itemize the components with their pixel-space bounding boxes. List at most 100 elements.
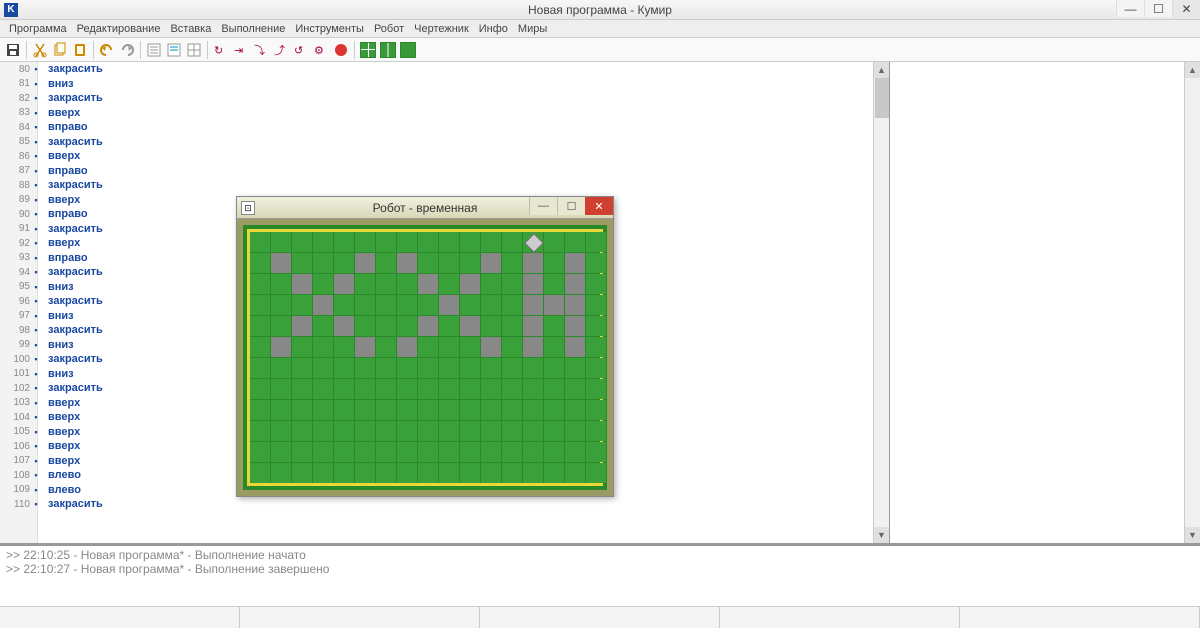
grid-cell: [460, 463, 480, 483]
grid-cell: [292, 379, 312, 399]
code-line[interactable]: 84•вправо: [0, 120, 870, 135]
grid-cell: [313, 253, 333, 273]
grid-cell: [397, 253, 417, 273]
grid-cell: [418, 400, 438, 420]
code-line[interactable]: 83•вверх: [0, 106, 870, 121]
scroll-down-icon[interactable]: ▼: [1185, 527, 1200, 543]
line-number: 104: [0, 412, 30, 423]
grid-cell: [460, 337, 480, 357]
grid-cell: [586, 400, 606, 420]
robot-title-bar[interactable]: ⊡ Робот - временная — ☐ ✕: [237, 197, 613, 219]
menu-item[interactable]: Робот: [369, 23, 409, 35]
scroll-up-icon[interactable]: ▲: [874, 62, 889, 78]
grid-cell: [418, 463, 438, 483]
maximize-button[interactable]: ☐: [1144, 0, 1172, 17]
grid-cell: [376, 274, 396, 294]
code-line[interactable]: 87•вправо: [0, 164, 870, 179]
line-number: 95: [0, 281, 30, 292]
settings-icon[interactable]: ⚙: [312, 41, 330, 59]
line-number: 84: [0, 122, 30, 133]
step-in-icon[interactable]: ⇥: [232, 41, 250, 59]
robot-close-button[interactable]: ✕: [585, 197, 613, 215]
scroll-down-icon[interactable]: ▼: [874, 527, 889, 543]
table-icon[interactable]: [185, 41, 203, 59]
robot-minimize-button[interactable]: —: [529, 197, 557, 215]
grid-cell: [376, 316, 396, 336]
menu-item[interactable]: Чертежник: [409, 23, 474, 35]
save-icon[interactable]: [4, 41, 22, 59]
line-number: 98: [0, 325, 30, 336]
grid-cell: [313, 442, 333, 462]
menu-item[interactable]: Вставка: [165, 23, 216, 35]
grid-cell: [313, 421, 333, 441]
grid-cell: [355, 316, 375, 336]
grid-cell: [250, 463, 270, 483]
code-line[interactable]: 81•вниз: [0, 77, 870, 92]
code-line[interactable]: 82•закрасить: [0, 91, 870, 106]
grid-split-icon[interactable]: [379, 41, 397, 59]
line-number: 103: [0, 397, 30, 408]
grid-cell: [334, 421, 354, 441]
grid-cell: [292, 295, 312, 315]
grid-cell: [439, 253, 459, 273]
grid-cell: [250, 337, 270, 357]
line-number: 82: [0, 93, 30, 104]
editor-scrollbar[interactable]: ▲ ▼: [873, 62, 889, 543]
cut-icon[interactable]: [31, 41, 49, 59]
code-line[interactable]: 85•закрасить: [0, 135, 870, 150]
grid-cell: [523, 295, 543, 315]
grid-cell: [355, 253, 375, 273]
menu-item[interactable]: Программа: [4, 23, 72, 35]
grid-cell: [544, 316, 564, 336]
grid-cell: [292, 232, 312, 252]
robot-maximize-button[interactable]: ☐: [557, 197, 585, 215]
code-line[interactable]: 88•закрасить: [0, 178, 870, 193]
grid-cell: [460, 253, 480, 273]
grid-cell: [460, 400, 480, 420]
code-line[interactable]: 80•закрасить: [0, 62, 870, 77]
minimize-button[interactable]: —: [1116, 0, 1144, 17]
grid-cell: [271, 421, 291, 441]
svg-text:↻: ↻: [214, 45, 223, 57]
grid-cell: [523, 421, 543, 441]
menu-item[interactable]: Миры: [513, 23, 552, 35]
panel-scrollbar[interactable]: ▲ ▼: [1184, 62, 1200, 543]
menu-bar: ПрограммаРедактированиеВставкаВыполнение…: [0, 20, 1200, 38]
step-over-icon[interactable]: ⤵: [252, 41, 270, 59]
code-line[interactable]: 110•закрасить: [0, 497, 870, 512]
grid-cell: [271, 337, 291, 357]
grid-cell: [250, 379, 270, 399]
menu-item[interactable]: Инструменты: [290, 23, 369, 35]
undo-icon[interactable]: [98, 41, 116, 59]
code-line[interactable]: 86•вверх: [0, 149, 870, 164]
robot-window[interactable]: ⊡ Робот - временная — ☐ ✕: [236, 196, 614, 497]
grid-cell: [334, 295, 354, 315]
doc-icon[interactable]: [165, 41, 183, 59]
grid-cell: [565, 295, 585, 315]
close-button[interactable]: ✕: [1172, 0, 1200, 17]
menu-item[interactable]: Редактирование: [72, 23, 166, 35]
run-icon[interactable]: ↻: [212, 41, 230, 59]
code-command: вниз: [48, 368, 74, 380]
grid-cell: [502, 295, 522, 315]
pause-icon[interactable]: ↺: [292, 41, 310, 59]
redo-icon[interactable]: [118, 41, 136, 59]
grid-cell: [544, 379, 564, 399]
menu-item[interactable]: Инфо: [474, 23, 513, 35]
line-number: 88: [0, 180, 30, 191]
grid-full-icon[interactable]: [399, 41, 417, 59]
grid-cell: [418, 253, 438, 273]
stop-icon[interactable]: [332, 41, 350, 59]
list-icon[interactable]: [145, 41, 163, 59]
scroll-thumb[interactable]: [875, 78, 889, 118]
robot-icon: ⊡: [241, 201, 255, 215]
paste-icon[interactable]: [71, 41, 89, 59]
step-icon[interactable]: ⤴: [272, 41, 290, 59]
copy-icon[interactable]: [51, 41, 69, 59]
grid-cell: [502, 400, 522, 420]
code-command: вправо: [48, 165, 88, 177]
grid-cell: [313, 463, 333, 483]
scroll-up-icon[interactable]: ▲: [1185, 62, 1200, 78]
grid-small-icon[interactable]: [359, 41, 377, 59]
menu-item[interactable]: Выполнение: [216, 23, 290, 35]
